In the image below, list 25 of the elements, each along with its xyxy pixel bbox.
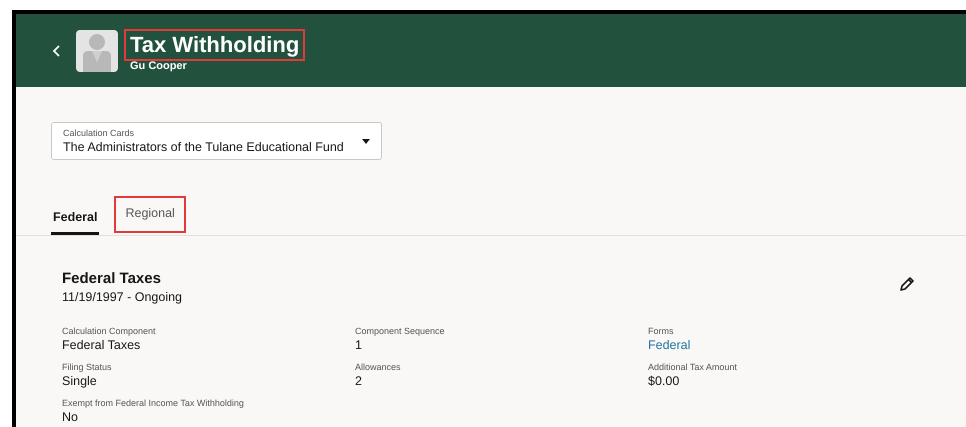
employee-name: Gu Cooper <box>130 58 188 72</box>
field-label: Exempt from Federal Income Tax Withholding <box>62 398 245 409</box>
tab[interactable]: Federal <box>51 202 100 235</box>
forms-link[interactable]: Federal <box>648 337 690 353</box>
field-value: Single <box>62 373 97 389</box>
field-label: Calculation Component <box>62 326 157 337</box>
avatar-icon <box>76 30 118 72</box>
tab[interactable]: Regional <box>116 198 184 231</box>
field-label: Forms <box>648 326 674 337</box>
caret-icon <box>362 138 370 144</box>
back-icon <box>52 44 62 58</box>
edit-icon[interactable] <box>899 276 915 292</box>
field-value: 1 <box>355 337 362 353</box>
field-label: Filing Status <box>62 362 113 373</box>
date-range: 11/19/1997 - Ongoing <box>62 289 182 306</box>
page-title: Tax Withholding <box>126 30 304 58</box>
field-label: Component Sequence <box>355 326 446 337</box>
field-value: No <box>62 409 78 425</box>
field-value: Federal Taxes <box>62 337 140 353</box>
field-label: Allowances <box>355 362 402 373</box>
field-value: 2 <box>355 373 362 389</box>
field-label: Additional Tax Amount <box>648 362 738 373</box>
section-title: Federal Taxes <box>62 270 162 288</box>
calculation-cards-dropdown[interactable]: Calculation Cards The Administrators of the Tulane Educational Fund <box>51 122 382 160</box>
field-value: $0.00 <box>648 373 680 389</box>
